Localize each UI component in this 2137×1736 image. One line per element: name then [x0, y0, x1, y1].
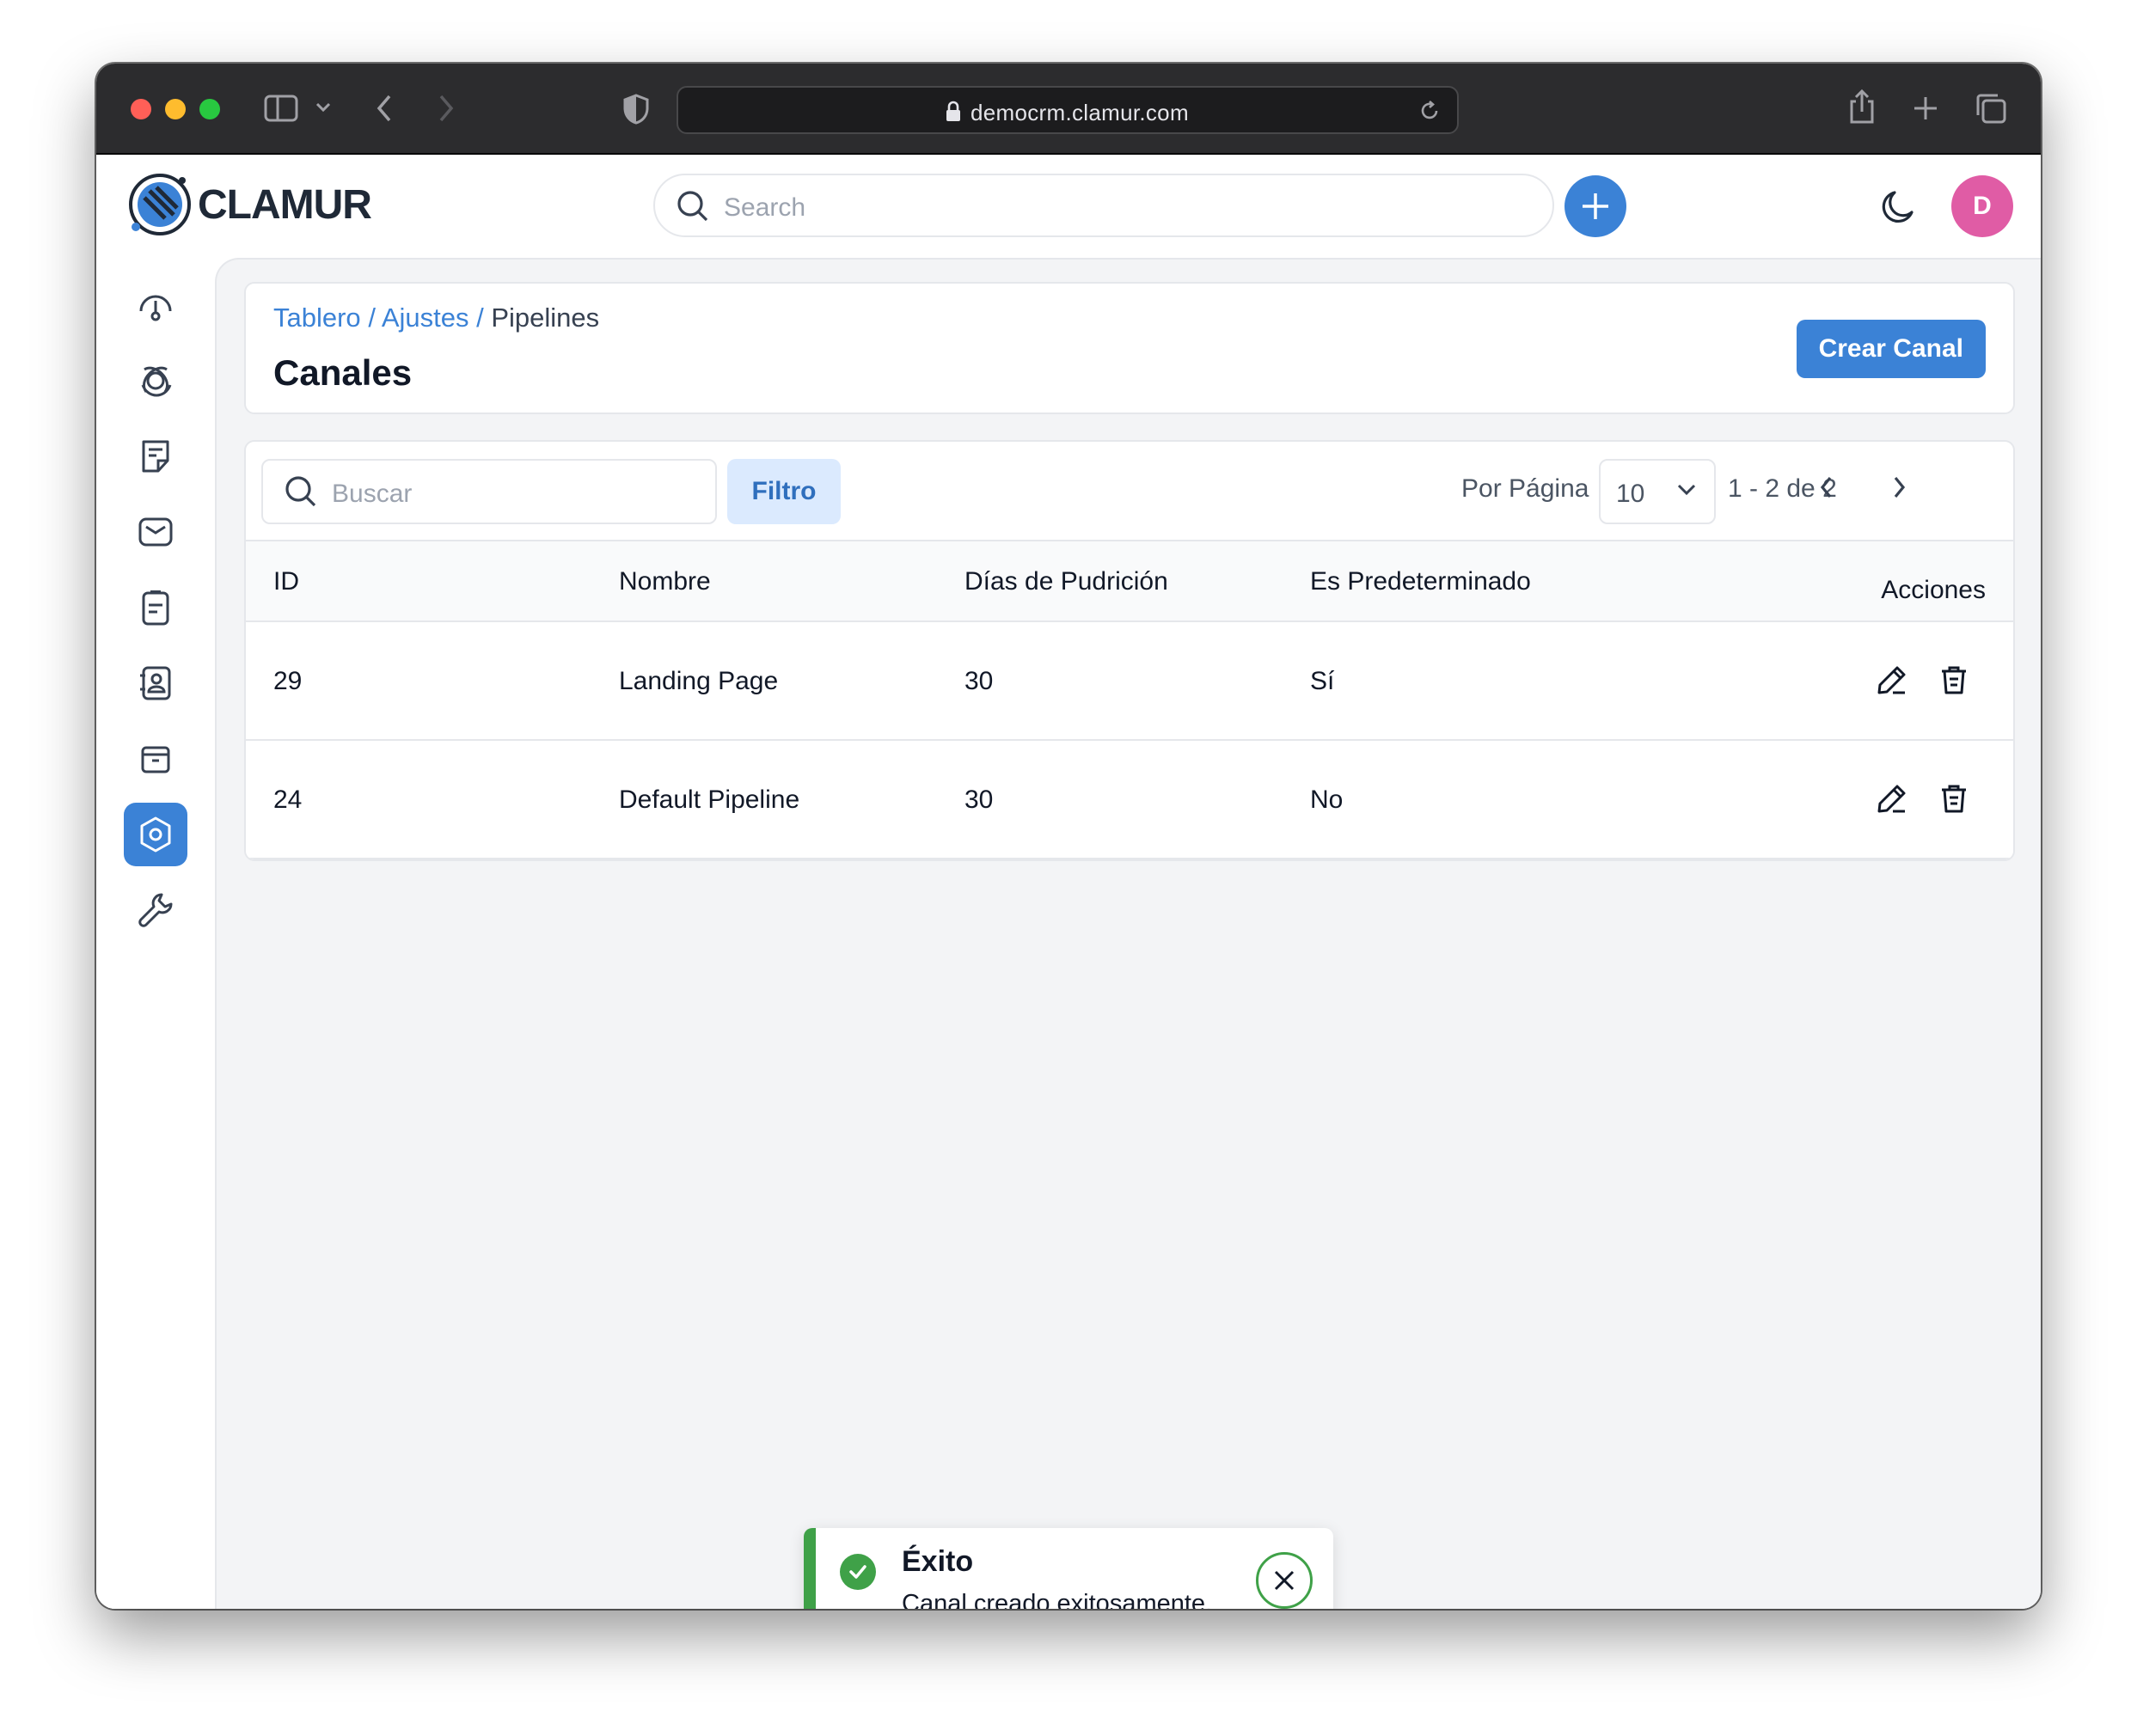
quick-create-button[interactable] — [1564, 175, 1626, 237]
main-content: Tablero / Ajustes / Pipelines Canales Cr… — [215, 258, 2041, 1609]
plus-icon — [1583, 193, 1608, 219]
cell-name: Default Pipeline — [619, 785, 800, 814]
create-pipeline-button[interactable]: Crear Canal — [1796, 320, 1986, 378]
sidebar-item-dashboard[interactable] — [124, 273, 187, 337]
close-icon — [1274, 1570, 1295, 1591]
cell-is-default: No — [1310, 785, 1344, 814]
column-header-rotten-days[interactable]: Días de Pudrición — [964, 567, 1168, 596]
success-toast: Éxito Canal creado exitosamente. — [804, 1528, 1333, 1609]
minimize-window-button[interactable] — [165, 99, 186, 119]
sidebar-item-products[interactable] — [124, 727, 187, 791]
sidebar-toggle-icon[interactable] — [263, 91, 301, 125]
back-arrow-icon[interactable] — [375, 93, 394, 124]
sidebar-item-quotes[interactable] — [124, 425, 187, 488]
per-page-select[interactable]: 10 — [1599, 459, 1716, 524]
breadcrumb: Tablero / Ajustes / Pipelines — [273, 303, 599, 333]
cell-is-default: Sí — [1310, 667, 1335, 695]
browser-toolbar: democrm.clamur.com — [96, 64, 2041, 155]
page-header: Tablero / Ajustes / Pipelines Canales Cr… — [244, 282, 2015, 414]
per-page-value: 10 — [1616, 480, 1645, 508]
contacts-icon — [140, 666, 171, 700]
sidebar-item-configuration[interactable] — [124, 878, 187, 942]
dashboard-icon — [139, 295, 172, 321]
address-bar[interactable]: democrm.clamur.com — [677, 86, 1459, 134]
toast-message: Canal creado exitosamente. — [902, 1590, 1213, 1609]
cell-rotten-days: 30 — [964, 785, 994, 814]
sidebar-item-activities[interactable] — [124, 576, 187, 639]
table-row: 29 Landing Page 30 Sí — [246, 622, 2013, 741]
table-search-input[interactable]: Buscar — [261, 459, 717, 524]
chevron-down-icon[interactable] — [315, 101, 332, 113]
search-icon — [676, 189, 710, 223]
chevron-right-icon — [1894, 476, 1906, 498]
settings-icon — [140, 816, 171, 853]
cell-rotten-days: 30 — [964, 667, 994, 695]
user-avatar[interactable]: D — [1951, 175, 2013, 237]
reload-icon[interactable] — [1418, 99, 1442, 123]
sidebar-item-mail[interactable] — [124, 500, 187, 564]
column-header-name[interactable]: Nombre — [619, 567, 711, 596]
logo-text: CLAMUR — [198, 181, 372, 228]
cell-id: 29 — [273, 667, 303, 695]
previous-page-button[interactable] — [1817, 474, 1836, 500]
breadcrumb-settings-link[interactable]: Ajustes — [382, 303, 469, 333]
toast-close-button[interactable] — [1256, 1552, 1313, 1609]
url-text: democrm.clamur.com — [971, 100, 1189, 125]
next-page-button[interactable] — [1889, 474, 1908, 500]
logo-globe-icon — [129, 174, 191, 235]
global-search-input[interactable]: Search — [653, 174, 1554, 237]
dark-mode-toggle-icon[interactable] — [1879, 187, 1919, 227]
mail-icon — [138, 517, 173, 547]
configuration-wrench-icon — [138, 893, 173, 927]
table-row: 24 Default Pipeline 30 No — [246, 741, 2013, 859]
cell-id: 24 — [273, 785, 303, 814]
toast-title: Éxito — [902, 1545, 974, 1578]
global-search-placeholder: Search — [724, 193, 806, 222]
breadcrumb-current: Pipelines — [491, 303, 600, 333]
cell-name: Landing Page — [619, 667, 779, 695]
lock-icon — [945, 101, 962, 123]
chevron-left-icon — [1820, 476, 1832, 498]
column-header-id[interactable]: ID — [273, 567, 299, 596]
products-icon — [141, 746, 170, 773]
logo[interactable]: CLAMUR — [127, 172, 372, 237]
tab-overview-icon[interactable] — [1974, 91, 2008, 125]
sidebar — [96, 258, 215, 1609]
column-header-is-default[interactable]: Es Predeterminado — [1310, 567, 1531, 596]
activities-icon — [142, 590, 169, 626]
table-search-placeholder: Buscar — [332, 480, 413, 508]
new-tab-icon[interactable] — [1912, 95, 1939, 122]
sidebar-item-leads[interactable] — [124, 349, 187, 413]
sidebar-item-settings[interactable] — [124, 803, 187, 866]
breadcrumb-separator: / — [368, 303, 382, 333]
search-icon — [284, 474, 318, 509]
forward-arrow-icon[interactable] — [437, 93, 456, 124]
table-header: ID Nombre Días de Pudrición Es Predeterm… — [246, 540, 2013, 622]
breadcrumb-dashboard-link[interactable]: Tablero — [273, 303, 361, 333]
avatar-initial: D — [1973, 192, 1992, 220]
leads-icon — [141, 366, 172, 397]
edit-icon[interactable] — [1876, 782, 1908, 815]
edit-icon[interactable] — [1876, 663, 1908, 696]
zoom-window-button[interactable] — [199, 99, 220, 119]
share-icon[interactable] — [1846, 88, 1877, 125]
column-header-actions: Acciones — [1881, 576, 1986, 604]
browser-window: democrm.clamur.com CLAMUR Search D Table… — [96, 64, 2041, 1609]
chevron-down-icon — [1676, 483, 1697, 497]
sidebar-item-contacts[interactable] — [124, 651, 187, 715]
filter-button[interactable]: Filtro — [727, 459, 841, 524]
delete-trash-icon[interactable] — [1938, 663, 1970, 696]
delete-trash-icon[interactable] — [1938, 782, 1970, 815]
app-root: CLAMUR Search D Tablero / Ajustes / Pipe… — [96, 155, 2041, 1609]
success-check-icon — [840, 1554, 876, 1590]
page-title: Canales — [273, 352, 413, 393]
pipelines-table-card: Buscar Filtro Por Página 10 1 - 2 de 2 I… — [244, 440, 2015, 861]
privacy-shield-icon[interactable] — [622, 93, 650, 125]
per-page-label: Por Página — [1461, 474, 1589, 503]
breadcrumb-separator: / — [476, 303, 492, 333]
close-window-button[interactable] — [131, 99, 151, 119]
quotes-icon — [142, 440, 169, 473]
